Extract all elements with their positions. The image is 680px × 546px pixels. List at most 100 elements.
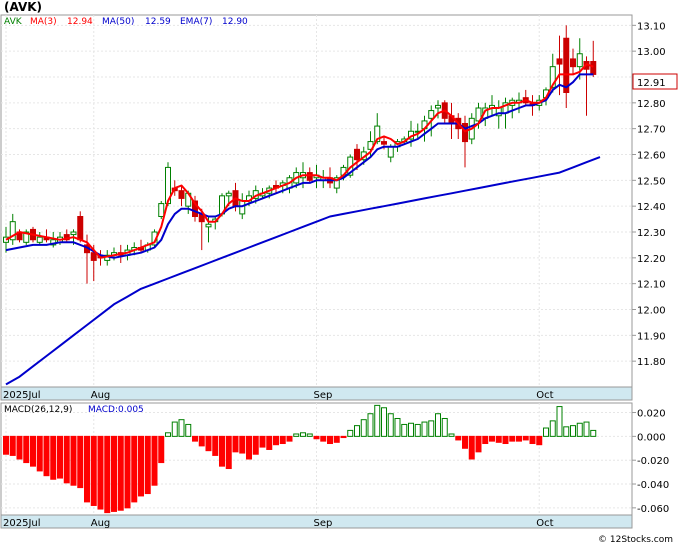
macd-bar (556, 406, 563, 437)
macd-bar (158, 435, 165, 464)
macd-tick-label: -0.020 (637, 456, 669, 467)
macd-bar (529, 435, 536, 445)
macd-bar (259, 435, 266, 448)
macd-bar (171, 421, 178, 437)
macd-bar (63, 435, 70, 484)
macd-bar (23, 435, 30, 464)
macd-bar (192, 435, 198, 442)
macd-bar (360, 419, 367, 437)
macd-bar (30, 435, 36, 467)
macd-bar (185, 423, 192, 437)
legend-ma50-label: MA(50) (102, 17, 134, 27)
price-x-tick-label: 2025Jul (3, 390, 41, 401)
macd-bar (273, 435, 279, 446)
macd-bar (198, 435, 205, 447)
price-tick-label: 11.80 (637, 357, 666, 368)
price-tick-label: 12.60 (637, 151, 666, 162)
macd-bar (327, 435, 333, 445)
price-tick-label: 12.30 (637, 228, 666, 239)
macd-bar (36, 435, 43, 472)
macd-bar (401, 423, 408, 437)
macd-bar (313, 435, 320, 440)
last-price-tag: 12.91 (632, 73, 678, 90)
macd-bar (590, 429, 597, 437)
macd-bar (576, 422, 583, 437)
macd-bar (421, 421, 428, 437)
macd-y-axis: 0.020 0.000 -0.020 -0.040 -0.060 (632, 409, 669, 515)
price-x-tick-label: Aug (91, 390, 111, 401)
macd-bar (286, 435, 293, 442)
macd-bar (468, 435, 475, 460)
macd-tick-label: -0.060 (637, 504, 669, 515)
macd-bar (77, 435, 84, 489)
price-legend: AVK MA(3) 12.94 MA(50) 12.59 EMA(7) 12.9… (4, 17, 248, 27)
macd-bar (549, 420, 556, 437)
macd-bar (570, 425, 576, 437)
macd-bar (165, 432, 171, 437)
macd-legend-label: MACD(26,12,9) (4, 405, 72, 415)
macd-bar (320, 435, 327, 442)
macd-bar (387, 413, 394, 437)
price-tick-label: 12.10 (637, 280, 666, 291)
macd-bar (252, 435, 259, 455)
legend-ema7-label: EMA(7) (180, 17, 212, 27)
macd-bar (219, 435, 225, 467)
macd-panel: 0.020 0.000 -0.020 -0.040 -0.060 2025Jul Aug S… (0, 402, 669, 529)
macd-tick-label: 0.020 (637, 409, 666, 420)
macd-bar (246, 435, 252, 460)
price-x-tick-label: Oct (536, 390, 553, 401)
macd-bar (475, 435, 482, 453)
macd-bar (408, 422, 414, 437)
macd-bar (583, 421, 590, 437)
macd-bar (151, 435, 158, 486)
macd-bar (482, 435, 489, 445)
macd-bar (111, 435, 117, 512)
macd-bar (9, 435, 16, 456)
macd-bar (543, 427, 549, 437)
macd-bar (374, 404, 381, 437)
macd-bar (138, 435, 144, 497)
macd-bar (50, 435, 57, 480)
macd-bar (441, 417, 448, 437)
macd-bar (489, 435, 495, 442)
macd-bar (414, 423, 421, 437)
macd-bar (381, 407, 387, 437)
watermark: © 12Stocks.com (598, 535, 673, 545)
legend-symbol: AVK (4, 17, 23, 27)
macd-bar (333, 435, 340, 443)
chart-title: (AVK) (4, 0, 42, 14)
macd-x-tick-label: Sep (314, 518, 333, 529)
price-y-axis: 13.1013.0012.9012.8012.7012.6012.5012.40… (632, 21, 666, 368)
macd-bar (90, 435, 97, 506)
macd-bar (300, 432, 306, 437)
price-tick-label: 12.50 (637, 176, 666, 187)
macd-tick-label: 0.000 (637, 432, 666, 443)
macd-bar (70, 435, 77, 486)
macd-bar (340, 435, 347, 439)
macd-x-tick-label: Oct (536, 518, 553, 529)
macd-bar (495, 435, 502, 443)
macd-bar (124, 435, 131, 509)
macd-bar (3, 435, 9, 455)
price-tick-label: 13.10 (637, 21, 666, 32)
macd-bar (239, 435, 246, 454)
price-tick-label: 12.00 (637, 306, 666, 317)
macd-bar (394, 417, 401, 437)
macd-bar (266, 435, 273, 450)
macd-bar (232, 435, 239, 453)
macd-bar (462, 435, 468, 449)
price-tick-label: 12.80 (637, 99, 666, 110)
macd-bar (131, 435, 138, 503)
macd-bar (57, 435, 63, 479)
price-tick-label: 11.90 (637, 331, 666, 342)
legend-ma3-label: MA(3) (30, 17, 57, 27)
macd-bar (435, 413, 441, 437)
price-x-tick-label: Sep (314, 390, 333, 401)
macd-bar (104, 435, 111, 514)
macd-bar (536, 435, 543, 446)
macd-bar (428, 420, 435, 437)
price-panel: 13.10 13.00 12.90 12.80 12.70 12.60 12.50 12.40… (0, 0, 678, 401)
macd-bar (354, 425, 360, 437)
macd-bar (448, 433, 455, 437)
price-tick-label: 12.40 (637, 202, 666, 213)
